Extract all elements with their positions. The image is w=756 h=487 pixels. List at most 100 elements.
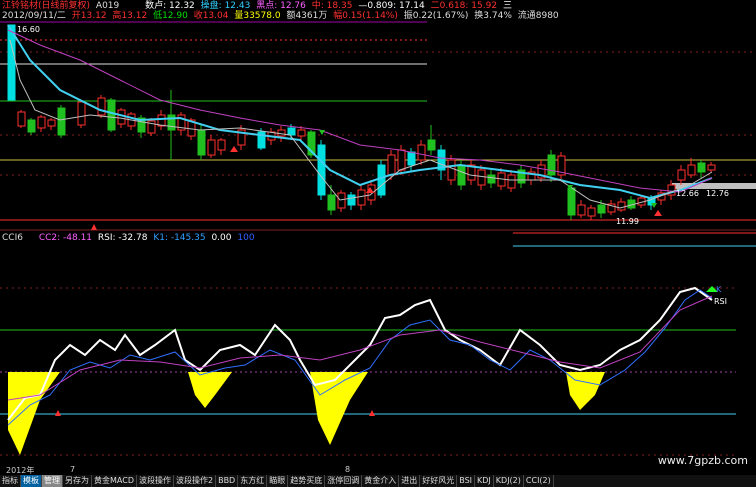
month-8-label: 8: [345, 465, 351, 474]
tab-5[interactable]: 波段操作: [137, 475, 174, 487]
date-line: 2012/09/11/二: [2, 11, 66, 21]
tab-2[interactable]: 管理: [42, 475, 63, 487]
candle-body-46: [507, 174, 516, 189]
candle-body-29: [337, 192, 346, 209]
candle-body-17: [197, 129, 206, 156]
tab-8[interactable]: 东方红: [238, 475, 268, 487]
price-label-bottom: 11.99: [616, 217, 639, 226]
candle-body-53: [577, 204, 586, 216]
candle-body-27: [317, 144, 326, 196]
date-axis: 2012年 7 8: [0, 465, 756, 475]
close-value: 收13.04: [193, 11, 229, 21]
tab-18[interactable]: CCI(2): [524, 475, 554, 487]
candle-body-35: [397, 149, 406, 171]
ind-arrow-0: [55, 410, 61, 416]
candle-body-3: [37, 116, 46, 129]
turnover-value: 换3.74%: [474, 11, 512, 21]
tab-3[interactable]: 另存为: [63, 475, 92, 487]
candle-body-31: [357, 189, 366, 206]
tab-17[interactable]: KDJ(2): [494, 475, 524, 487]
ratio-1: —0.809: 17.14: [358, 1, 425, 11]
candle-body-24: [287, 127, 296, 136]
tab-14[interactable]: 好好风光: [420, 475, 458, 487]
candle-body-8: [107, 99, 116, 131]
tab-1[interactable]: 模板: [21, 475, 42, 487]
rsi-white-line: [7, 286, 713, 421]
short-label: 黑点: 12.76: [256, 1, 306, 11]
tab-0[interactable]: 指标: [0, 475, 21, 487]
candle-body-55: [597, 204, 606, 214]
tab-9[interactable]: 瞄眼: [267, 475, 289, 487]
candle-body-4: [47, 119, 56, 127]
k-blue-line: [7, 289, 713, 426]
candle-body-25: [297, 129, 306, 137]
tab-16[interactable]: KDJ: [475, 475, 494, 487]
candle-body-65: [697, 162, 706, 173]
ind-arrow-1: [369, 410, 375, 416]
candle-body-34: [387, 154, 396, 176]
tab-13[interactable]: 进出: [399, 475, 421, 487]
candle-body-7: [97, 97, 106, 116]
ratio-2: 二0.618: 15.92: [430, 1, 498, 11]
float-value: 流通8980: [517, 11, 559, 21]
open-value: 开13.12: [71, 11, 107, 21]
price-label-right-a: 12.66: [676, 189, 699, 198]
tab-12[interactable]: 黄金介入: [362, 475, 400, 487]
candle-body-28: [327, 194, 336, 211]
tab-6[interactable]: 波段操作2: [174, 475, 217, 487]
candle-body-57: [617, 201, 626, 211]
candle-body-37: [417, 144, 426, 161]
high-value: 高13.12: [112, 11, 148, 21]
mid-label: 中: 18.35: [311, 1, 353, 11]
candle-body-2: [27, 119, 36, 133]
indicator-rsi: RSI: -32.78: [97, 233, 148, 243]
candle-body-63: [677, 169, 686, 181]
candle-body-66: [707, 164, 716, 171]
candle-body-52: [567, 187, 576, 216]
header-row-1: 江铃铭材(日线前复权) A019 数卢: 12.32 操盘: 12.43 黑点:…: [2, 1, 515, 11]
ops-label: 操盘: 12.43: [200, 1, 251, 11]
indicator-k1: K1: -145.35: [153, 233, 206, 243]
tab-7[interactable]: BBD: [216, 475, 239, 487]
candle-body-54: [587, 207, 596, 217]
tab-11[interactable]: 涨停回调: [325, 475, 363, 487]
amount-value: 额4361万: [286, 11, 328, 21]
candle-body-19: [217, 139, 226, 151]
volume-value: 量33578.0: [234, 11, 281, 21]
indicator-header: CCI6 CC2: -48.11 RSI: -32.78 K1: -145.35…: [2, 233, 258, 243]
candle-body-44: [487, 174, 496, 184]
header-row-2: 2012/09/11/二 开13.12 高13.12 低12.90 收13.04…: [2, 11, 562, 21]
candle-body-43: [477, 169, 486, 186]
indicator-tab-bar: 指标 模板 管理 另存为 黄金MACD 波段操作 波段操作2 BBD 东方红 瞄眼 趋势买底 涨停回调…: [0, 475, 756, 487]
ind-yellow-area-3: [310, 372, 368, 445]
ind-yellow-area-2: [188, 372, 232, 408]
candle-body-36: [407, 151, 416, 166]
indicator-val1: 0.00: [211, 233, 232, 243]
stock-code: A019: [95, 1, 120, 11]
candle-body-40: [447, 159, 456, 181]
candle-body-50: [547, 154, 556, 176]
buy-arrow-0: [230, 146, 238, 152]
tab-15[interactable]: BSI: [457, 475, 476, 487]
candle-body-30: [347, 194, 356, 206]
change-value: 幅0.15(1.14%): [333, 11, 398, 21]
watermark: www.7gpzb.com: [657, 454, 748, 467]
indicator-val2: 100: [237, 233, 255, 243]
month-7-label: 7: [70, 465, 76, 474]
price-label-top: 16.60: [17, 25, 40, 34]
k-tag: K: [716, 285, 722, 294]
amplitude-value: 振0.22(1.67%): [403, 11, 469, 21]
buy-arrow-2: [654, 210, 662, 216]
tab-10[interactable]: 趋势买底: [288, 475, 326, 487]
ind-arrow-2: [91, 224, 97, 230]
low-value: 低12.90: [153, 11, 188, 21]
candle-body-6: [77, 101, 86, 126]
rsi-tag: RSI: [714, 297, 727, 306]
candle-body-1: [17, 111, 26, 127]
candle-body-5: [57, 107, 66, 136]
chart-canvas: [0, 21, 756, 456]
ratio-3: 三: [502, 1, 512, 11]
candle-body-14: [167, 114, 176, 131]
tab-4[interactable]: 黄金MACD: [92, 475, 137, 487]
candle-body-38: [427, 139, 436, 151]
